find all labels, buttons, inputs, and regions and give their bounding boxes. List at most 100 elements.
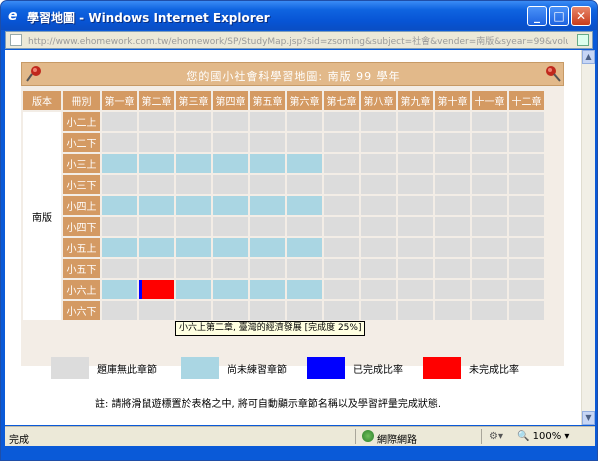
chapter-cell[interactable] [176, 259, 211, 278]
chapter-cell[interactable] [398, 259, 433, 278]
chapter-cell[interactable] [139, 301, 174, 320]
chapter-cell[interactable] [176, 301, 211, 320]
chapter-cell[interactable] [398, 196, 433, 215]
chapter-cell[interactable] [509, 280, 544, 299]
chapter-cell[interactable] [398, 280, 433, 299]
chapter-cell[interactable] [472, 175, 507, 194]
chapter-cell[interactable] [324, 175, 359, 194]
chapter-cell[interactable] [250, 112, 285, 131]
close-button[interactable]: ✕ [571, 6, 591, 26]
chapter-cell[interactable] [176, 217, 211, 236]
chapter-cell[interactable] [139, 154, 174, 173]
chapter-cell[interactable] [176, 154, 211, 173]
chapter-cell[interactable] [324, 154, 359, 173]
chapter-cell[interactable] [509, 175, 544, 194]
chapter-cell[interactable] [435, 238, 470, 257]
chapter-cell[interactable] [509, 196, 544, 215]
chapter-cell[interactable] [102, 196, 137, 215]
chapter-cell[interactable] [139, 280, 174, 299]
chapter-cell[interactable] [398, 112, 433, 131]
chapter-cell[interactable] [435, 133, 470, 152]
chapter-cell[interactable] [102, 280, 137, 299]
chapter-cell[interactable] [435, 217, 470, 236]
chapter-cell[interactable] [435, 112, 470, 131]
chapter-cell[interactable] [324, 259, 359, 278]
chapter-cell[interactable] [102, 238, 137, 257]
chapter-cell[interactable] [213, 154, 248, 173]
chapter-cell[interactable] [287, 196, 322, 215]
chapter-cell[interactable] [398, 301, 433, 320]
chapter-cell[interactable] [472, 133, 507, 152]
chapter-cell[interactable] [176, 280, 211, 299]
chapter-cell[interactable] [435, 175, 470, 194]
chapter-cell[interactable] [435, 259, 470, 278]
chapter-cell[interactable] [472, 280, 507, 299]
address-text[interactable]: http://www.ehomework.com.tw/ehomework/SP… [28, 34, 568, 47]
chapter-cell[interactable] [324, 196, 359, 215]
chapter-cell[interactable] [361, 175, 396, 194]
chapter-cell[interactable] [176, 238, 211, 257]
chapter-cell[interactable] [509, 259, 544, 278]
chapter-cell[interactable] [398, 217, 433, 236]
chapter-cell[interactable] [250, 133, 285, 152]
vertical-scrollbar[interactable]: ▲ ▼ [581, 50, 595, 425]
chapter-cell[interactable] [102, 133, 137, 152]
chapter-cell[interactable] [213, 133, 248, 152]
chapter-cell[interactable] [176, 112, 211, 131]
zoom-level[interactable]: 🔍 100% ▾ [517, 431, 569, 442]
protected-mode-icon[interactable]: ⚙▾ [489, 431, 503, 442]
chapter-cell[interactable] [287, 238, 322, 257]
chapter-cell[interactable] [398, 154, 433, 173]
chapter-cell[interactable] [324, 280, 359, 299]
chapter-cell[interactable] [324, 238, 359, 257]
maximize-button[interactable]: □ [549, 6, 569, 26]
chapter-cell[interactable] [139, 112, 174, 131]
title-bar[interactable]: e 學習地圖 - Windows Internet Explorer _ □ ✕ [1, 1, 597, 30]
chapter-cell[interactable] [176, 133, 211, 152]
chapter-cell[interactable] [287, 154, 322, 173]
chapter-cell[interactable] [287, 112, 322, 131]
chapter-cell[interactable] [213, 175, 248, 194]
chapter-cell[interactable] [509, 238, 544, 257]
chapter-cell[interactable] [361, 238, 396, 257]
chapter-cell[interactable] [139, 217, 174, 236]
chapter-cell[interactable] [324, 217, 359, 236]
chapter-cell[interactable] [472, 217, 507, 236]
chapter-cell[interactable] [213, 112, 248, 131]
chapter-cell[interactable] [361, 196, 396, 215]
chapter-cell[interactable] [287, 259, 322, 278]
chapter-cell[interactable] [139, 238, 174, 257]
chapter-cell[interactable] [102, 301, 137, 320]
chapter-cell[interactable] [324, 301, 359, 320]
chapter-cell[interactable] [213, 238, 248, 257]
chapter-cell[interactable] [435, 154, 470, 173]
chapter-cell[interactable] [324, 133, 359, 152]
chapter-cell[interactable] [102, 112, 137, 131]
chapter-cell[interactable] [472, 154, 507, 173]
chapter-cell[interactable] [139, 196, 174, 215]
chapter-cell[interactable] [361, 259, 396, 278]
address-bar[interactable]: http://www.ehomework.com.tw/ehomework/SP… [5, 31, 593, 49]
chapter-cell[interactable] [509, 133, 544, 152]
chapter-cell[interactable] [435, 301, 470, 320]
chapter-cell[interactable] [509, 154, 544, 173]
chapter-cell[interactable] [102, 175, 137, 194]
chapter-cell[interactable] [250, 259, 285, 278]
chapter-cell[interactable] [139, 259, 174, 278]
chapter-cell[interactable] [509, 112, 544, 131]
chapter-cell[interactable] [324, 112, 359, 131]
chapter-cell[interactable] [287, 133, 322, 152]
chapter-cell[interactable] [361, 280, 396, 299]
chapter-cell[interactable] [250, 154, 285, 173]
chapter-cell[interactable] [509, 217, 544, 236]
chapter-cell[interactable] [250, 175, 285, 194]
chapter-cell[interactable] [250, 280, 285, 299]
chapter-cell[interactable] [509, 301, 544, 320]
chapter-cell[interactable] [435, 196, 470, 215]
chapter-cell[interactable] [250, 217, 285, 236]
chapter-cell[interactable] [102, 217, 137, 236]
chapter-cell[interactable] [176, 175, 211, 194]
chapter-cell[interactable] [287, 175, 322, 194]
chapter-cell[interactable] [361, 112, 396, 131]
chapter-cell[interactable] [472, 301, 507, 320]
